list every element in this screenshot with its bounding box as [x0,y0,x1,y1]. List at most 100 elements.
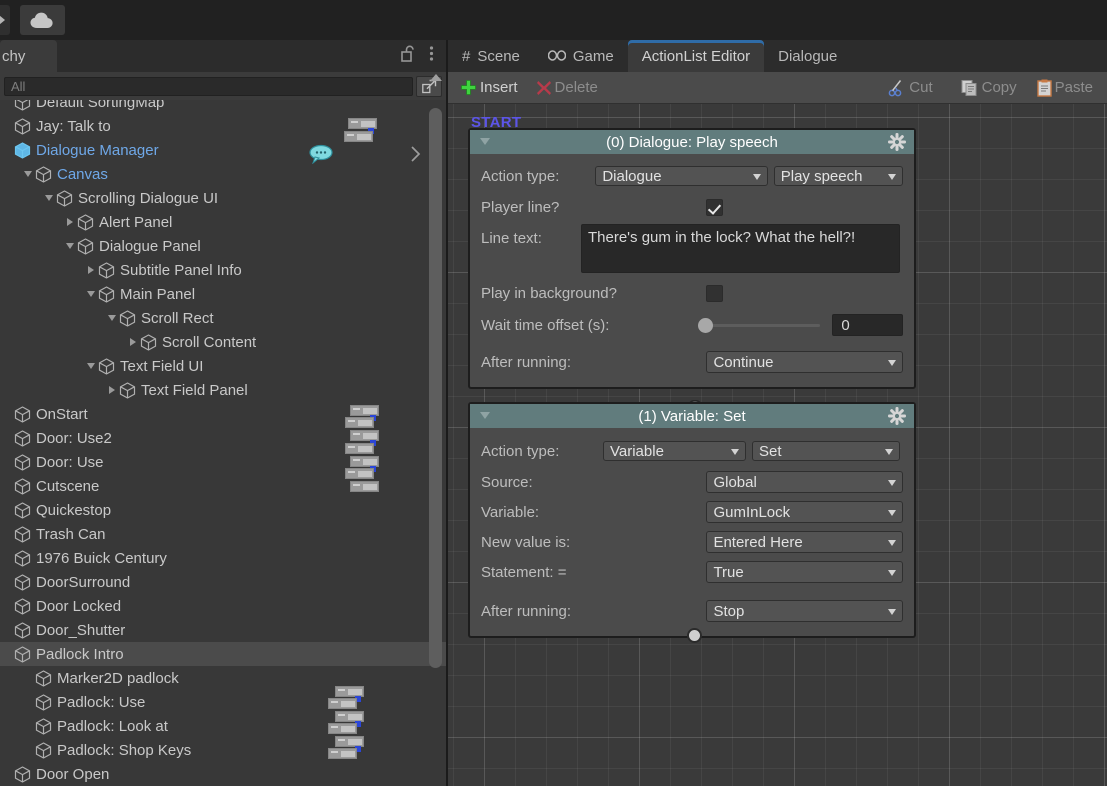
search-input[interactable]: All [4,76,413,96]
hierarchy-item-label: Text Field UI [120,357,204,375]
hierarchy-item-scroll-rect[interactable]: Scroll Rect [0,306,446,330]
expand-triangle-right-icon[interactable] [63,210,77,234]
paste-button[interactable]: Paste [1036,79,1093,97]
collapse-triangle-down-icon[interactable] [21,162,35,186]
action-node-0-body: Action type: Dialogue Play speech Player… [470,154,914,387]
dropdown-action-subtype-1[interactable]: Set [752,441,900,461]
cloud-icon [30,12,53,28]
hierarchy-item-door-shutter[interactable]: Door_Shutter [0,618,446,642]
hierarchy-item-doorsurround[interactable]: DoorSurround [0,570,446,594]
textarea-line-text[interactable]: There's gum in the lock? What the hell?! [581,224,900,273]
hierarchy-item-padlock-shop-keys[interactable]: Padlock: Shop Keys [0,738,446,762]
field-label-line-text: Line text: [481,230,542,247]
dropdown-after-running-1[interactable]: Stop [706,600,903,622]
hierarchy-item-default-sortingmap[interactable]: Default SortingMap [0,100,446,114]
triangle-down-icon[interactable] [480,138,490,145]
checkbox-play-in-background[interactable] [706,284,723,302]
hierarchy-item-door-open[interactable]: Door Open [0,762,446,786]
dropdown-source[interactable]: Global [706,471,903,493]
hierarchy-item-cutscene[interactable]: Cutscene [0,474,446,498]
dropdown-after-running-0[interactable]: Continue [706,351,903,373]
toolbar-dropdown-button[interactable] [0,5,10,35]
actionlist-canvas[interactable]: START (0) Dialogue: Play speech Action t… [448,104,1107,786]
gear-icon[interactable] [888,407,906,429]
dropdown-statement-value: True [713,563,744,581]
dropdown-action-subtype-0[interactable]: Play speech [773,166,904,186]
hierarchy-item-door-use2[interactable]: Door: Use2 [0,426,446,450]
scroll-up-arrow-icon[interactable] [430,74,442,81]
collapse-triangle-down-icon[interactable] [63,234,77,258]
gameobject-cube-icon [98,285,116,303]
hierarchy-item-door-use[interactable]: Door: Use [0,450,446,474]
hierarchy-item-text-field-ui[interactable]: Text Field UI [0,354,446,378]
copy-button[interactable]: Copy [961,79,1017,97]
checkbox-player-line[interactable] [706,199,723,216]
unlocked-padlock-icon[interactable] [401,45,415,67]
tab-actionlist-editor[interactable]: ActionList Editor [627,40,765,72]
hierarchy-item-label: Canvas [57,165,108,183]
hierarchy-item-door-locked[interactable]: Door Locked [0,594,446,618]
cloud-services-button[interactable] [20,5,65,35]
gear-icon[interactable] [888,133,906,155]
hierarchy-item-main-panel[interactable]: Main Panel [0,282,446,306]
hierarchy-item-jay-talk-to[interactable]: Jay: Talk to [0,114,446,138]
collapse-triangle-down-icon[interactable] [84,354,98,378]
hierarchy-item-marker2d-padlock[interactable]: Marker2D padlock [0,666,446,690]
chevron-down-icon [888,510,896,516]
expand-triangle-right-icon[interactable] [84,258,98,282]
hierarchy-item-padlock-intro[interactable]: Padlock Intro [0,642,446,666]
gameobject-cube-icon [14,477,32,495]
dropdown-statement[interactable]: True [706,561,903,583]
scrollbar-thumb[interactable] [429,108,442,668]
expand-triangle-right-icon[interactable] [126,330,140,354]
collapse-triangle-down-icon[interactable] [105,306,119,330]
slider-handle[interactable] [698,317,714,333]
hierarchy-item-trash-can[interactable]: Trash Can [0,522,446,546]
slider-wait-time-offset[interactable] [698,317,821,333]
hierarchy-item-padlock-look-at[interactable]: Padlock: Look at [0,714,446,738]
numeric-wait-time-offset[interactable]: 0 [832,314,903,336]
delete-button[interactable]: Delete [536,79,598,96]
action-node-1[interactable]: (1) Variable: Set Action type: Variable … [468,402,916,638]
action-node-0[interactable]: (0) Dialogue: Play speech Action type: D… [468,128,916,389]
action-node-0-header[interactable]: (0) Dialogue: Play speech [470,130,914,154]
field-wait-time-offset: Wait time offset (s): 0 [481,308,903,342]
dropdown-action-category-0[interactable]: Dialogue [595,166,768,186]
hierarchy-item-scroll-content[interactable]: Scroll Content [0,330,446,354]
hierarchy-scrollbar[interactable] [429,74,442,784]
insert-button[interactable]: Insert [460,79,518,96]
node-end-connector-dot[interactable] [687,628,702,643]
chevron-down-icon [888,480,896,486]
cut-button[interactable]: Cut [888,79,933,97]
dropdown-new-value[interactable]: Entered Here [706,531,903,553]
hierarchy-item-dialogue-manager[interactable]: Dialogue Manager [0,138,446,162]
hierarchy-item-label: Default SortingMap [36,100,165,111]
tab-game[interactable]: Game [534,40,628,72]
kebab-menu-icon[interactable] [429,45,434,67]
triangle-down-icon[interactable] [480,412,490,419]
hierarchy-tree[interactable]: Default SortingMap Jay: Talk to Dialogue M… [0,100,446,786]
hierarchy-item-scrolling-dialogue-ui[interactable]: Scrolling Dialogue UI [0,186,446,210]
hierarchy-item-text-field-panel[interactable]: Text Field Panel [0,378,446,402]
hierarchy-item-onstart[interactable]: OnStart [0,402,446,426]
hierarchy-item-dialogue-panel[interactable]: Dialogue Panel [0,234,446,258]
collapse-triangle-down-icon[interactable] [84,282,98,306]
tab-hierarchy[interactable]: chy [0,40,57,72]
hierarchy-item-subtitle-panel-info[interactable]: Subtitle Panel Info [0,258,446,282]
collapse-triangle-down-icon[interactable] [42,186,56,210]
hierarchy-item-1976-buick-century[interactable]: 1976 Buick Century [0,546,446,570]
tab-scene[interactable]: # Scene [448,40,534,72]
action-node-1-header[interactable]: (1) Variable: Set [470,404,914,428]
hierarchy-item-quickestop[interactable]: Quickestop [0,498,446,522]
hierarchy-item-alert-panel[interactable]: Alert Panel [0,210,446,234]
hierarchy-item-padlock-use[interactable]: Padlock: Use [0,690,446,714]
dropdown-action-category-1[interactable]: Variable [603,441,746,461]
field-label-source: Source: [481,473,533,491]
tab-dialogue[interactable]: Dialogue [764,40,851,72]
dropdown-variable[interactable]: GumInLock [706,501,903,523]
copy-label: Copy [981,79,1017,96]
hierarchy-item-canvas[interactable]: Canvas [0,162,446,186]
expand-triangle-right-icon[interactable] [105,378,119,402]
twisty-placeholder [0,100,14,114]
dropdown-after-running-0-value: Continue [713,353,774,371]
